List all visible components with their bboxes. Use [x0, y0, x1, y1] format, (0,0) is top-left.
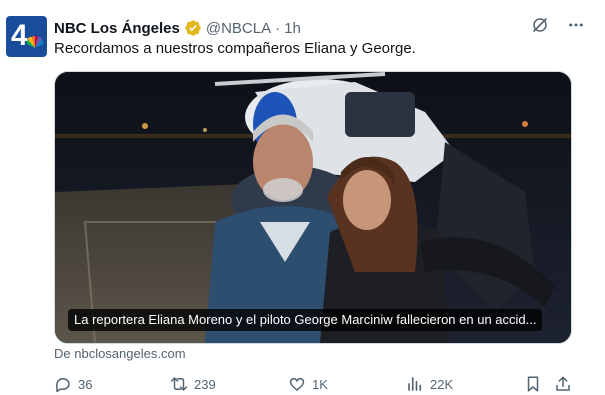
tweet-actions-bar: 36 239 1K 22K [54, 375, 574, 395]
verified-badge-icon[interactable] [184, 19, 202, 37]
bookmark-button[interactable] [524, 375, 542, 393]
views-button[interactable]: 22K [406, 375, 453, 393]
repost-count: 239 [194, 376, 216, 392]
bookmark-icon [527, 376, 539, 392]
link-source[interactable]: De nbclosangeles.com [54, 346, 186, 361]
share-button[interactable] [554, 375, 572, 393]
photo-image [55, 72, 571, 343]
like-button[interactable]: 1K [288, 375, 328, 393]
tweet-header: NBC Los Ángeles @NBCLA · 1h [54, 18, 301, 38]
media-caption: La reportera Eliana Moreno y el piloto G… [68, 309, 543, 331]
repost-button[interactable]: 239 [170, 375, 216, 393]
share-icon [556, 376, 570, 391]
like-count: 1K [312, 376, 328, 392]
link-card-media[interactable]: La reportera Eliana Moreno y el piloto G… [54, 71, 572, 344]
reply-icon [55, 378, 70, 393]
more-icon[interactable] [567, 16, 585, 34]
views-count: 22K [430, 376, 454, 392]
grok-icon[interactable] [531, 16, 549, 34]
peacock-logo-icon [27, 36, 43, 48]
tweet-top-actions [531, 16, 585, 34]
account-handle[interactable]: @NBCLA [206, 20, 271, 37]
separator-dot: · [275, 19, 281, 37]
views-icon [408, 377, 422, 391]
like-icon [289, 377, 305, 391]
avatar-logo-text: 4 [11, 19, 28, 52]
timestamp[interactable]: 1h [284, 20, 301, 37]
tweet[interactable]: 4 NBC Los Ángeles @NBCLA · 1h Recordamos… [0, 0, 605, 395]
reply-button[interactable]: 36 [54, 375, 92, 393]
account-name[interactable]: NBC Los Ángeles [54, 20, 180, 37]
reply-count: 36 [78, 376, 93, 392]
tweet-text: Recordamos a nuestros compañeros Eliana … [54, 40, 416, 57]
repost-icon [170, 377, 188, 391]
avatar[interactable]: 4 [6, 16, 47, 57]
